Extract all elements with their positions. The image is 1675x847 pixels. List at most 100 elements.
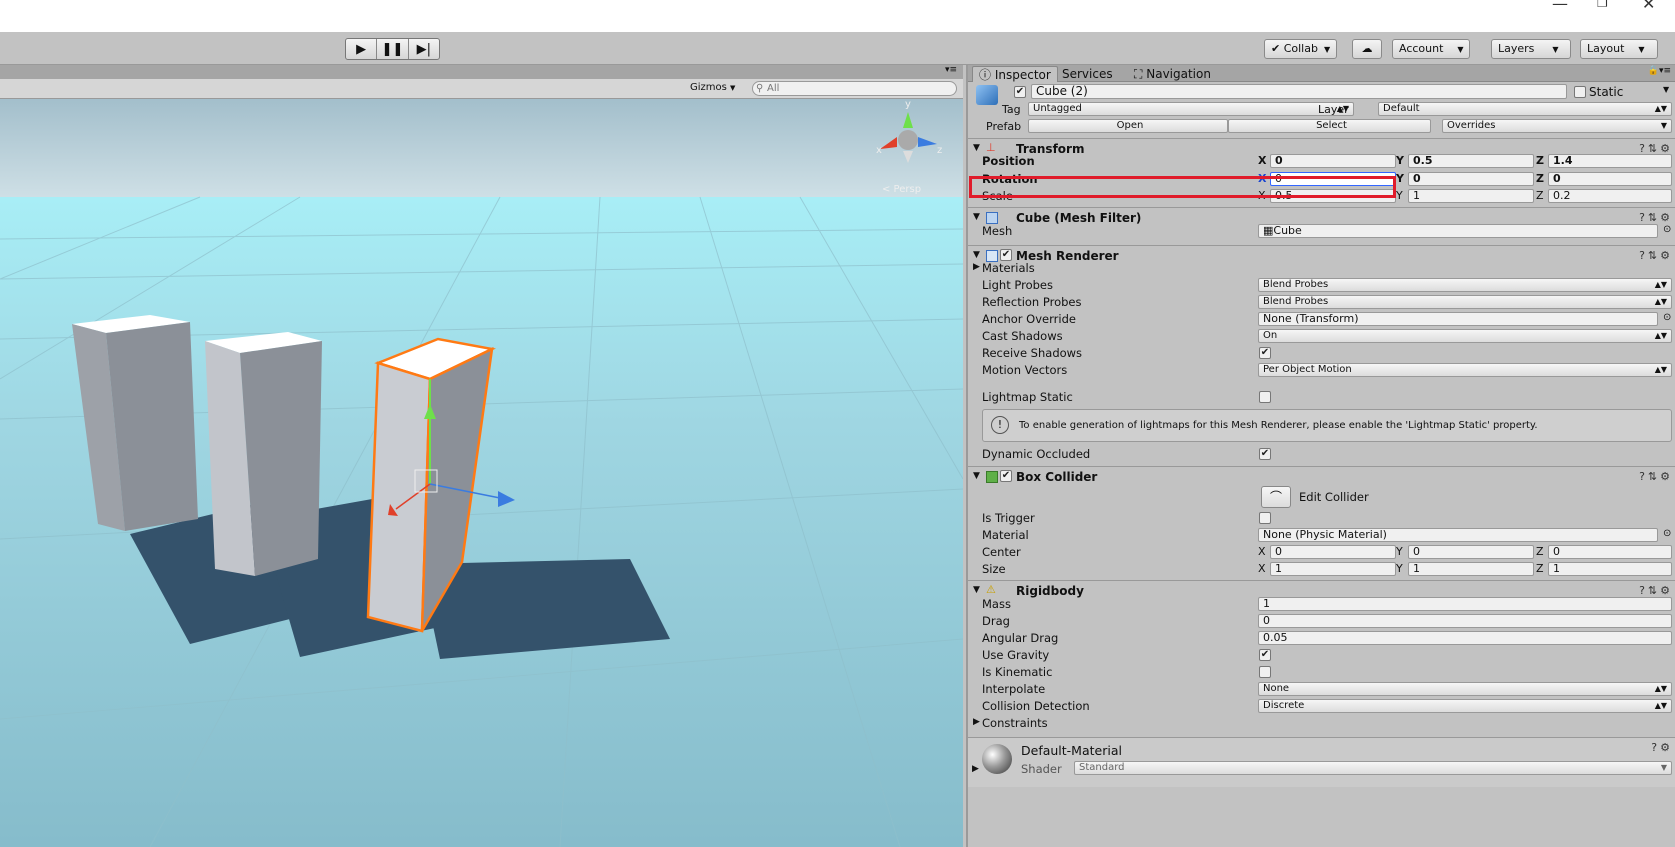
cube-2[interactable] [205,332,322,576]
interpolate-dropdown[interactable]: None ▲▼ [1258,682,1672,696]
layers-dropdown[interactable]: Layers ▼ [1491,39,1571,59]
dynamic-occluded-checkbox[interactable]: ✔ [1259,448,1271,460]
axis-z-label: Z [1536,562,1544,575]
receive-shadows-checkbox[interactable]: ✔ [1259,347,1271,359]
cast-shadows-label: Cast Shadows [982,329,1063,343]
maximize-icon[interactable]: ❐ [1597,0,1608,10]
expand-arrow-icon[interactable]: ▶ [973,717,980,727]
gizmos-dropdown[interactable]: Gizmos ▼ [690,82,735,93]
prefab-select-button[interactable]: Select [1228,119,1431,133]
scene-search-input[interactable]: ⚲ All [752,81,957,96]
materials-row[interactable]: ▶ Materials [968,260,1675,277]
static-dropdown-icon[interactable]: ▼ [1663,85,1669,94]
fold-arrow-icon[interactable]: ▼ [973,585,980,595]
axis-y-label: Y [1396,172,1404,185]
tab-inspector-label: Inspector [994,68,1051,82]
fold-arrow-icon[interactable]: ▼ [973,250,980,260]
object-name-field[interactable]: Cube (2) [1031,84,1567,99]
position-y-field[interactable]: 0.5 [1408,154,1534,168]
tab-navigation[interactable]: ⛶ Navigation [1128,66,1217,82]
receive-shadows-row: Receive Shadows ✔ [968,345,1675,362]
motion-vectors-value: Per Object Motion [1263,364,1352,375]
persp-label[interactable]: < Persp [882,184,921,195]
tab-services[interactable]: Services [1056,66,1119,82]
anchor-override-field[interactable]: None (Transform) [1258,312,1658,326]
component-menu-icons[interactable]: ?⇅⚙ [1639,470,1673,483]
anchor-override-row: Anchor Override None (Transform) ⊙ [968,311,1675,328]
position-z-field[interactable]: 1.4 [1548,154,1672,168]
size-x-field[interactable]: 1 [1270,562,1396,576]
object-picker-icon[interactable]: ⊙ [1663,224,1671,235]
center-x-field[interactable]: 0 [1270,545,1396,559]
angular-drag-field[interactable]: 0.05 [1258,631,1672,645]
is-kinematic-row: Is Kinematic [968,664,1675,681]
tab-navigation-label: Navigation [1146,67,1211,81]
scene-tab-strip: ▾≡ [0,65,963,79]
transform-icon: ⊥ [986,141,996,154]
size-z-field[interactable]: 1 [1548,562,1672,576]
lightmap-info-box: ! To enable generation of lightmaps for … [982,409,1672,442]
collab-button[interactable]: ✔ Collab ▼ [1264,39,1338,59]
center-z-field[interactable]: 0 [1548,545,1672,559]
prefab-open-button[interactable]: Open [1028,119,1228,133]
is-trigger-checkbox[interactable] [1259,512,1271,524]
box-collider-component[interactable]: ▼ ✔ Box Collider ?⇅⚙ [968,466,1675,486]
expand-arrow-icon[interactable]: ▶ [972,764,979,774]
cloud-button[interactable]: ☁ [1352,39,1382,59]
prefab-overrides-dropdown[interactable]: Overrides ▼ [1442,119,1672,133]
static-checkbox[interactable] [1574,86,1586,98]
is-kinematic-checkbox[interactable] [1259,666,1271,678]
collision-detection-dropdown[interactable]: Discrete ▲▼ [1258,699,1672,713]
scale-z-field[interactable]: 0.2 [1548,189,1672,203]
layout-dropdown[interactable]: Layout ▼ [1580,39,1658,59]
scale-y-field[interactable]: 1 [1408,189,1534,203]
position-x-field[interactable]: 0 [1270,154,1396,168]
active-checkbox[interactable]: ✔ [1014,86,1026,98]
lightmap-static-checkbox[interactable] [1259,391,1271,403]
motion-vectors-dropdown[interactable]: Per Object Motion ▲▼ [1258,363,1672,377]
account-label: Account [1399,42,1444,55]
interpolate-row: Interpolate None ▲▼ [968,681,1675,698]
constraints-row[interactable]: ▶ Constraints [968,715,1675,732]
minimize-icon[interactable]: — [1552,0,1568,13]
reflection-probes-dropdown[interactable]: Blend Probes ▲▼ [1258,295,1672,309]
drag-field[interactable]: 0 [1258,614,1672,628]
axis-y-label: Y [1396,189,1403,202]
fold-arrow-icon[interactable]: ▼ [973,471,980,481]
edit-collider-button[interactable]: ⌒ [1261,486,1291,508]
collider-material-field[interactable]: None (Physic Material) [1258,528,1658,542]
component-menu-icons[interactable]: ?⚙ [1651,741,1673,754]
layer-label: Layer [1318,103,1349,116]
fold-arrow-icon[interactable]: ▼ [973,143,980,153]
cloud-icon: ☁ [1361,42,1373,55]
edit-collider-label: Edit Collider [1299,490,1369,504]
layer-dropdown[interactable]: Default ▲▼ [1378,102,1672,116]
fold-arrow-icon[interactable]: ▼ [973,212,980,222]
pause-button[interactable]: ❚❚ [377,39,409,59]
tab-inspector[interactable]: ⓘ Inspector [972,66,1058,82]
rotation-z-field[interactable]: 0 [1548,172,1672,186]
shader-dropdown[interactable]: Standard ▼ [1074,761,1672,775]
scene-view[interactable]: y z x < Persp [0,79,963,847]
cast-shadows-dropdown[interactable]: On ▲▼ [1258,329,1672,343]
lock-icon[interactable]: 🔒▾≡ [1648,66,1671,76]
tag-dropdown[interactable]: Untagged ▲▼ [1028,102,1354,116]
expand-arrow-icon[interactable]: ▶ [973,262,980,272]
object-picker-icon[interactable]: ⊙ [1663,312,1671,323]
rotation-y-field[interactable]: 0 [1408,172,1534,186]
material-section[interactable]: ▶ Default-Material Shader Standard ▼ ?⚙ [968,737,1675,787]
object-picker-icon[interactable]: ⊙ [1663,528,1671,539]
use-gravity-checkbox[interactable]: ✔ [1259,649,1271,661]
step-button[interactable]: ▶| [409,39,439,59]
axis-x-label: X [1258,545,1266,558]
light-probes-dropdown[interactable]: Blend Probes ▲▼ [1258,278,1672,292]
close-icon[interactable]: ✕ [1642,0,1655,13]
center-y-field[interactable]: 0 [1408,545,1534,559]
play-button[interactable]: ▶ [346,39,378,59]
account-dropdown[interactable]: Account ▼ [1392,39,1470,59]
mesh-field[interactable]: ▦Cube [1258,224,1658,238]
box-collider-enabled-checkbox[interactable]: ✔ [1000,470,1012,482]
panel-menu-icon[interactable]: ▾≡ [945,65,957,75]
size-y-field[interactable]: 1 [1408,562,1534,576]
mass-field[interactable]: 1 [1258,597,1672,611]
